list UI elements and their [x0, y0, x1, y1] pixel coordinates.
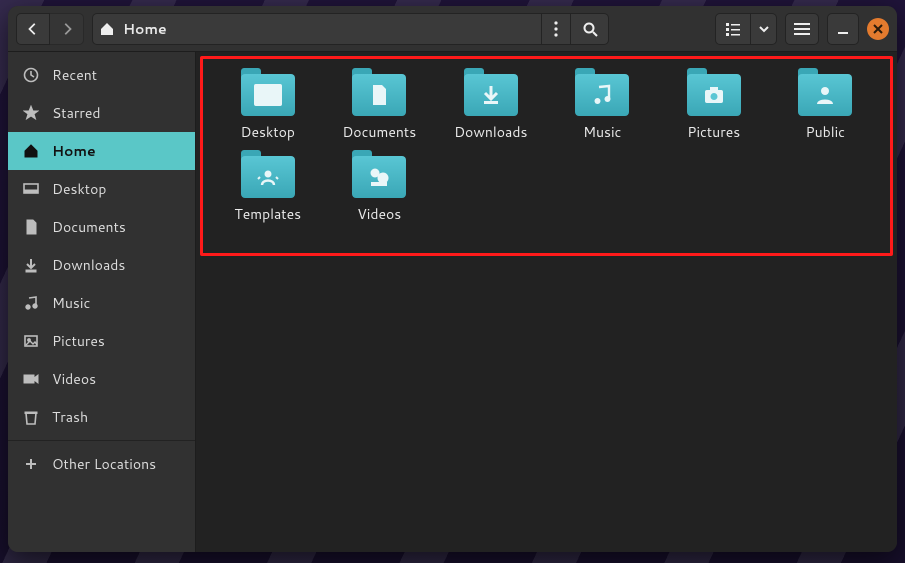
close-button[interactable]: [867, 18, 889, 40]
folder-label: Downloads: [454, 122, 527, 142]
chevron-down-icon: [759, 24, 769, 34]
forward-button[interactable]: [50, 13, 84, 45]
folder-icon: [687, 68, 741, 116]
folder-label: Desktop: [241, 122, 295, 142]
close-icon: [873, 24, 883, 34]
sidebar-item-label: Pictures: [52, 331, 105, 351]
search-icon: [582, 21, 598, 37]
sidebar: Recent Starred Home Desktop Documents Do…: [8, 52, 196, 552]
sidebar-item-label: Downloads: [52, 255, 125, 275]
folder-icon: [241, 150, 295, 198]
folder-label: Music: [583, 122, 621, 142]
sidebar-item-label: Desktop: [52, 179, 106, 199]
home-icon: [23, 143, 39, 159]
minimize-icon: [837, 23, 849, 35]
sidebar-item-label: Recent: [52, 65, 97, 85]
folder-icon: [464, 68, 518, 116]
sidebar-item-documents[interactable]: Documents: [8, 208, 195, 246]
folder-videos[interactable]: Videos: [334, 148, 426, 224]
document-icon: [23, 219, 39, 235]
camera-icon: [702, 83, 726, 107]
document-icon: [367, 83, 391, 107]
chevron-left-icon: [26, 22, 40, 36]
view-dropdown-button[interactable]: [751, 13, 777, 45]
star-icon: [23, 105, 39, 121]
trash-icon: [23, 409, 39, 425]
window-body: Recent Starred Home Desktop Documents Do…: [8, 52, 897, 552]
video-icon: [367, 165, 391, 189]
sidebar-item-label: Videos: [52, 369, 96, 389]
music-icon: [23, 295, 39, 311]
folder-label: Public: [805, 122, 845, 142]
folder-desktop[interactable]: Desktop: [222, 66, 314, 142]
plus-icon: [23, 456, 39, 472]
person-icon: [813, 83, 837, 107]
sidebar-item-other-locations[interactable]: Other Locations: [8, 445, 195, 483]
path-segment-home[interactable]: Home: [92, 13, 541, 45]
sidebar-item-label: Documents: [52, 217, 126, 237]
folder-icon: [352, 150, 406, 198]
path-label: Home: [123, 19, 167, 39]
video-icon: [23, 371, 39, 387]
list-icon: [725, 22, 741, 36]
file-manager-window: Home: [8, 6, 897, 552]
sidebar-item-starred[interactable]: Starred: [8, 94, 195, 132]
download-icon: [23, 257, 39, 273]
folder-public[interactable]: Public: [780, 66, 872, 142]
desktop-icon: [23, 181, 39, 197]
path-menu-button[interactable]: [541, 13, 571, 45]
folder-icon: [241, 68, 295, 116]
sidebar-item-trash[interactable]: Trash: [8, 398, 195, 436]
folder-label: Documents: [342, 122, 416, 142]
folder-label: Templates: [234, 204, 301, 224]
sidebar-item-downloads[interactable]: Downloads: [8, 246, 195, 284]
sidebar-item-label: Home: [52, 141, 96, 161]
download-icon: [479, 83, 503, 107]
minimize-button[interactable]: [827, 13, 859, 45]
hamburger-icon: [794, 23, 810, 35]
sidebar-item-desktop[interactable]: Desktop: [8, 170, 195, 208]
clock-icon: [23, 67, 39, 83]
template-icon: [256, 165, 280, 189]
picture-icon: [23, 333, 39, 349]
sidebar-item-music[interactable]: Music: [8, 284, 195, 322]
sidebar-item-pictures[interactable]: Pictures: [8, 322, 195, 360]
titlebar-right: [715, 13, 889, 45]
kebab-icon: [554, 21, 558, 37]
folder-templates[interactable]: Templates: [222, 148, 314, 224]
home-icon: [99, 21, 115, 37]
sidebar-item-label: Music: [52, 293, 90, 313]
path-bar: Home: [92, 13, 609, 45]
folder-grid: Desktop Documents Downloads: [200, 56, 893, 548]
chevron-right-icon: [60, 22, 74, 36]
folder-label: Pictures: [687, 122, 740, 142]
folder-documents[interactable]: Documents: [334, 66, 426, 142]
sidebar-item-label: Trash: [52, 407, 88, 427]
titlebar: Home: [8, 6, 897, 52]
folder-pictures[interactable]: Pictures: [668, 66, 760, 142]
sidebar-item-home[interactable]: Home: [8, 132, 195, 170]
view-switcher: [715, 13, 777, 45]
folder-downloads[interactable]: Downloads: [445, 66, 537, 142]
sidebar-item-videos[interactable]: Videos: [8, 360, 195, 398]
list-view-button[interactable]: [715, 13, 751, 45]
content-area[interactable]: Desktop Documents Downloads: [196, 52, 897, 552]
nav-group: [16, 13, 84, 45]
hamburger-button[interactable]: [785, 13, 819, 45]
folder-icon: [352, 68, 406, 116]
sidebar-item-recent[interactable]: Recent: [8, 56, 195, 94]
sidebar-separator: [8, 440, 195, 441]
folder-icon: [798, 68, 852, 116]
folder-icon: [575, 68, 629, 116]
folder-label: Videos: [357, 204, 401, 224]
back-button[interactable]: [16, 13, 50, 45]
folder-music[interactable]: Music: [557, 66, 649, 142]
music-icon: [590, 83, 614, 107]
sidebar-item-label: Starred: [52, 103, 101, 123]
sidebar-item-label: Other Locations: [52, 454, 156, 474]
search-button[interactable]: [571, 13, 609, 45]
